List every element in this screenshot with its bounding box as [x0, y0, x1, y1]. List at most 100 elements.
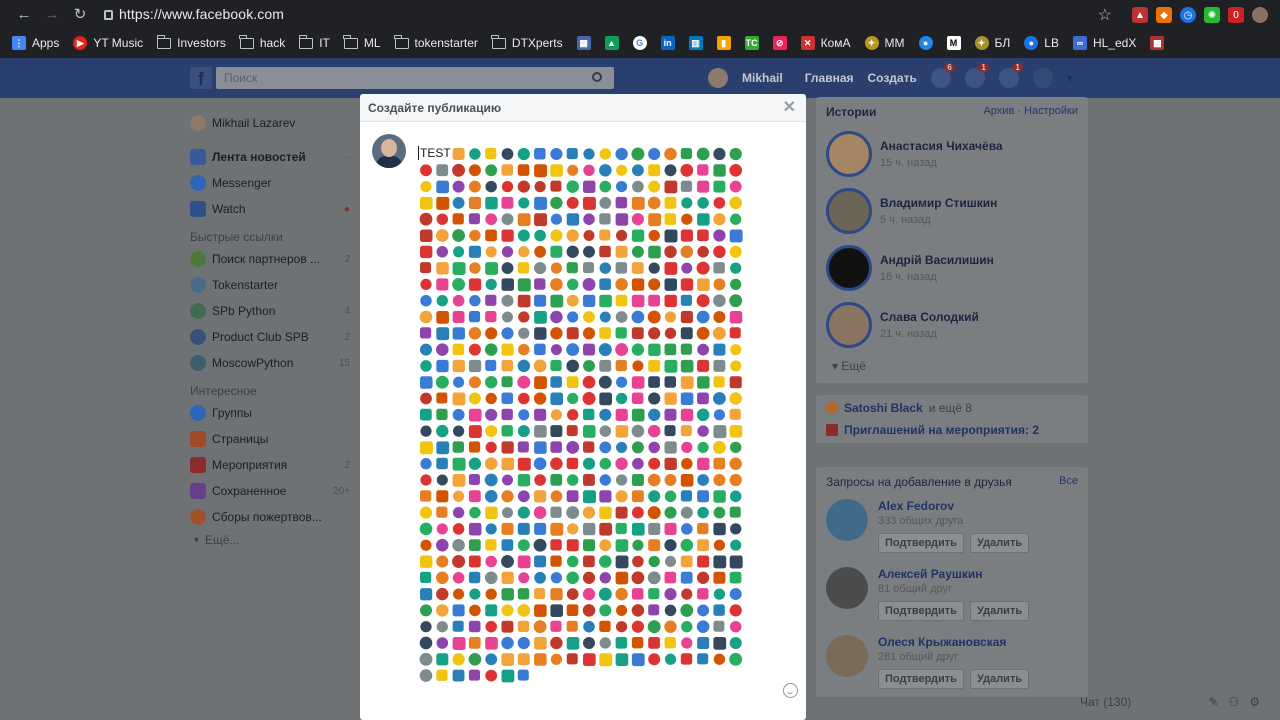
home-link[interactable]: Главная	[805, 71, 854, 85]
facebook-logo-icon[interactable]: f	[190, 67, 212, 89]
friend-request: Алексей Раушкин 81 общий друг Подтвердить…	[826, 567, 1078, 621]
confirm-button[interactable]: Подтвердить	[878, 533, 964, 553]
emoji-glyph	[647, 620, 661, 634]
birthday-name[interactable]: Satoshi Black	[844, 401, 923, 415]
chat-bar[interactable]: Чат (130) ✎ ⚇ ⚙	[1080, 690, 1260, 714]
bookmark-icon: ∞	[1072, 36, 1087, 50]
bookmark-icon[interactable]: ▦	[576, 36, 591, 50]
bookmark-hl-edx[interactable]: ∞ HL_edX	[1072, 36, 1136, 50]
bookmark-ml[interactable]: ML	[343, 34, 381, 50]
sidebar-item-quick[interactable]: MoscowPython 15	[190, 350, 350, 376]
gear-icon[interactable]: ⚙	[1249, 695, 1260, 709]
extension-icon[interactable]: ◆	[1156, 7, 1172, 23]
bookmark-hack[interactable]: hack	[239, 34, 285, 50]
sidebar-item-watch[interactable]: Watch ●	[190, 196, 350, 222]
avatar[interactable]	[826, 499, 868, 541]
bookmark-icon[interactable]: ▩	[1150, 36, 1165, 50]
reload-icon[interactable]: ↻	[66, 5, 94, 23]
emoji-glyph	[534, 571, 546, 584]
emoji-glyph	[468, 327, 482, 340]
forward-icon[interactable]: →	[38, 6, 66, 23]
see-all-link[interactable]: Все	[1059, 475, 1078, 489]
drive-icon[interactable]: ▲	[604, 36, 619, 50]
bookmark-it[interactable]: IT	[298, 34, 330, 50]
sidebar-item-quick[interactable]: Поиск партнеров ... 2	[190, 246, 350, 272]
bookmark-investors[interactable]: Investors	[156, 34, 226, 50]
delete-button[interactable]: Удалить	[969, 533, 1030, 553]
sidebar-item-quick[interactable]: SPb Python 4	[190, 298, 350, 324]
sidebar-item-fundraisers[interactable]: Сборы пожертвов...	[190, 504, 350, 530]
bookmark-dtxperts[interactable]: DTXperts	[491, 34, 563, 50]
story-item[interactable]: Владимир Стишкин 5 ч. назад	[826, 187, 1078, 234]
search-icon[interactable]	[592, 72, 602, 82]
bookmark-star-icon[interactable]: ☆	[1098, 5, 1112, 25]
medium-icon[interactable]: M	[946, 36, 961, 50]
messenger-icon[interactable]: 1	[964, 63, 989, 88]
avatar[interactable]	[826, 567, 868, 609]
back-icon[interactable]: ←	[10, 6, 38, 23]
emoji-glyph	[517, 294, 531, 308]
trello-icon[interactable]: ▥	[688, 36, 703, 50]
sidebar-item-saved[interactable]: Сохраненное 20+	[190, 478, 350, 504]
story-item[interactable]: Анастасия Чихачёва 15 ч. назад	[826, 130, 1078, 177]
confirm-button[interactable]: Подтвердить	[878, 669, 964, 689]
bookmark-bl[interactable]: ✦ БЛ	[974, 36, 1010, 50]
stories-more[interactable]: ▾ Ещё	[826, 359, 1078, 373]
close-icon[interactable]: ✕	[783, 94, 796, 122]
delete-button[interactable]: Удалить	[969, 601, 1030, 621]
story-item[interactable]: Слава Солодкий 21 ч. назад	[826, 301, 1078, 348]
bookmark-lb[interactable]: ● LB	[1024, 36, 1059, 50]
story-item[interactable]: Андрій Василишин 16 ч. назад	[826, 244, 1078, 291]
emoji-picker-icon[interactable]	[783, 683, 798, 698]
emoji-glyph	[631, 343, 645, 356]
extension-icon[interactable]: 0	[1228, 7, 1244, 23]
linkedin-icon[interactable]: in	[660, 36, 675, 50]
sidebar-item-pages[interactable]: Страницы	[190, 426, 350, 452]
contacts-icon[interactable]: ⚇	[1228, 695, 1239, 709]
emoji-glyph	[420, 245, 433, 259]
bookmark-tokenstarter[interactable]: tokenstarter	[394, 34, 478, 50]
bookmark-koma[interactable]: ✕ КомА	[800, 36, 851, 50]
bookmark-mm[interactable]: ✦ ММ	[864, 36, 905, 50]
search-input[interactable]: Поиск	[216, 67, 614, 89]
extension-icon[interactable]: ▲	[1132, 7, 1148, 23]
create-link[interactable]: Создать	[868, 71, 917, 85]
bookmark-yt-music[interactable]: ▶ YT Music	[73, 36, 143, 50]
sidebar-item-events[interactable]: Мероприятия 2	[190, 452, 350, 478]
notifications-icon[interactable]: 1	[998, 63, 1023, 88]
post-textarea[interactable]: TEST	[418, 146, 758, 698]
google-icon[interactable]: G	[632, 36, 647, 50]
url-text[interactable]: https://www.facebook.com	[119, 6, 284, 22]
bookmark-icon[interactable]: TC	[744, 36, 759, 50]
emoji-glyph	[566, 359, 580, 373]
stories-links[interactable]: Архив · Настройки	[983, 105, 1078, 119]
friends-icon[interactable]: 6	[930, 63, 955, 88]
bookmark-apps[interactable]: ⋮ Apps	[12, 36, 59, 50]
sidebar-more[interactable]: ▾ Ещё...	[190, 530, 350, 550]
bookmark-icon[interactable]: ⊘	[772, 36, 787, 50]
sidebar-item-groups[interactable]: Группы	[190, 400, 350, 426]
emoji-glyph	[452, 669, 465, 682]
sidebar-item-newsfeed[interactable]: Лента новостей ···	[190, 144, 350, 170]
delete-button[interactable]: Удалить	[969, 669, 1030, 689]
emoji-glyph	[599, 229, 611, 241]
sidebar-item-quick[interactable]: Product Club SPB 2	[190, 324, 350, 350]
extension-icon[interactable]: ◷	[1180, 7, 1196, 23]
profile-link[interactable]: Mikhail	[742, 71, 783, 85]
chevron-down-icon[interactable]: ▾	[1067, 71, 1073, 85]
help-icon[interactable]	[1032, 68, 1053, 88]
new-message-icon[interactable]: ✎	[1208, 695, 1218, 709]
profile-avatar[interactable]	[1252, 7, 1268, 23]
sidebar-profile[interactable]: Mikhail Lazarev	[190, 110, 350, 136]
event-invites-link[interactable]: Приглашений на мероприятия: 2	[844, 423, 1039, 437]
analytics-icon[interactable]: ▮	[716, 36, 731, 50]
avatar[interactable]	[708, 68, 728, 88]
sidebar-item-messenger[interactable]: Messenger	[190, 170, 350, 196]
emoji-glyph	[518, 197, 530, 209]
emoji-glyph	[436, 262, 449, 275]
sidebar-item-quick[interactable]: Tokenstarter	[190, 272, 350, 298]
extension-icon[interactable]: ✺	[1204, 7, 1220, 23]
avatar[interactable]	[826, 635, 868, 677]
bookmark-icon[interactable]: ●	[918, 36, 933, 50]
confirm-button[interactable]: Подтвердить	[878, 601, 964, 621]
